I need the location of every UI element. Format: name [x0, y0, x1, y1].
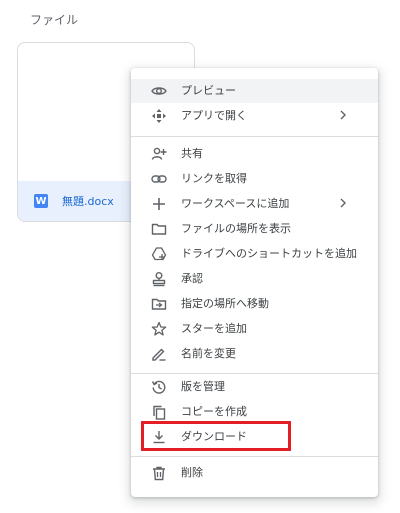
menu-item-add-shortcut[interactable]: ドライブへのショートカットを追加 — [131, 242, 378, 266]
menu-item-preview[interactable]: プレビュー — [131, 79, 378, 103]
menu-item-label: 削除 — [181, 466, 203, 479]
copy-icon — [153, 405, 166, 420]
drive-shortcut-icon — [151, 247, 167, 261]
menu-item-get-link[interactable]: リンクを取得 — [131, 167, 378, 191]
menu-item-label: 版を管理 — [181, 380, 225, 393]
chevron-right-icon — [340, 110, 346, 120]
link-icon — [151, 175, 167, 183]
move-arrows-icon — [152, 109, 166, 123]
star-icon — [151, 321, 167, 336]
plus-icon — [153, 198, 165, 210]
menu-item-add-star[interactable]: スターを追加 — [131, 317, 378, 341]
menu-item-open-with[interactable]: アプリで開く — [131, 104, 378, 128]
menu-item-label: アプリで開く — [181, 109, 247, 122]
chevron-right-icon — [340, 198, 346, 208]
menu-item-add-to-workspace[interactable]: ワークスペースに追加 — [131, 192, 378, 216]
trash-icon — [153, 466, 165, 481]
word-file-icon: W — [34, 194, 48, 208]
menu-item-label: ワークスペースに追加 — [181, 197, 290, 210]
pencil-icon — [152, 348, 166, 361]
menu-item-label: プレビュー — [181, 84, 236, 97]
menu-item-share[interactable]: 共有 — [131, 142, 378, 166]
menu-item-approve[interactable]: 承認 — [131, 267, 378, 291]
section-title: ファイル — [30, 13, 79, 27]
file-name: 無題.docx — [62, 195, 114, 208]
menu-item-label: 指定の場所へ移動 — [181, 297, 269, 310]
menu-item-label: ドライブへのショートカットを追加 — [181, 247, 357, 260]
folder-icon — [151, 223, 167, 235]
menu-item-show-location[interactable]: ファイルの場所を表示 — [131, 217, 378, 241]
history-icon — [151, 380, 166, 394]
menu-item-label: リンクを取得 — [181, 172, 247, 185]
menu-item-label: 名前を変更 — [181, 347, 236, 360]
menu-item-delete[interactable]: 削除 — [131, 461, 378, 485]
menu-item-label: コピーを作成 — [181, 405, 247, 418]
menu-item-rename[interactable]: 名前を変更 — [131, 342, 378, 366]
share-person-icon — [151, 147, 167, 160]
menu-divider — [131, 373, 378, 374]
menu-item-manage-versions[interactable]: 版を管理 — [131, 375, 378, 399]
download-highlight-outline — [141, 421, 291, 451]
menu-divider — [131, 456, 378, 457]
menu-item-label: スターを追加 — [181, 322, 247, 335]
eye-icon — [151, 87, 167, 95]
menu-item-label: 共有 — [181, 147, 203, 160]
menu-item-label: ファイルの場所を表示 — [181, 222, 291, 235]
move-folder-icon — [151, 298, 167, 310]
menu-divider — [131, 136, 378, 137]
menu-item-label: 承認 — [181, 272, 203, 285]
menu-item-move-to[interactable]: 指定の場所へ移動 — [131, 292, 378, 316]
stamp-icon — [152, 272, 166, 287]
